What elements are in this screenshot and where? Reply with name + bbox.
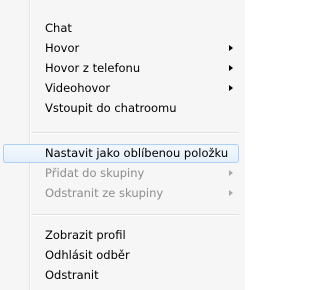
context-menu: Chat Hovor Hovor z telefonu Videohovor V… bbox=[0, 0, 245, 290]
menu-item-call[interactable]: Hovor bbox=[3, 39, 239, 58]
menu-item-label: Hovor z telefonu bbox=[45, 61, 141, 75]
menu-item-label: Nastavit jako oblíbenou položku bbox=[45, 146, 229, 160]
menu-item-label: Odhlásit odběr bbox=[45, 248, 130, 262]
submenu-arrow-icon bbox=[229, 190, 233, 196]
menu-item-unsubscribe[interactable]: Odhlásit odběr bbox=[3, 246, 239, 265]
menu-item-chat[interactable]: Chat bbox=[3, 19, 239, 38]
menu-item-video-call[interactable]: Videohovor bbox=[3, 79, 239, 98]
menu-item-view-profile[interactable]: Zobrazit profil bbox=[3, 226, 239, 245]
menu-item-label: Odstranit bbox=[45, 268, 99, 282]
menu-separator bbox=[32, 132, 239, 134]
menu-item-label: Odstranit ze skupiny bbox=[45, 186, 164, 200]
submenu-arrow-icon bbox=[229, 65, 233, 71]
menu-item-label: Hovor bbox=[45, 41, 80, 55]
menu-item-set-favorite[interactable]: Nastavit jako oblíbenou položku bbox=[3, 144, 239, 163]
menu-separator bbox=[32, 214, 239, 216]
menu-item-label: Vstoupit do chatroomu bbox=[45, 101, 177, 115]
menu-item-remove[interactable]: Odstranit bbox=[3, 266, 239, 285]
menu-item-label: Videohovor bbox=[45, 81, 111, 95]
submenu-arrow-icon bbox=[229, 45, 233, 51]
submenu-arrow-icon bbox=[229, 85, 233, 91]
menu-item-remove-from-group[interactable]: Odstranit ze skupiny bbox=[3, 184, 239, 203]
menu-item-label: Zobrazit profil bbox=[45, 228, 126, 242]
menu-item-add-to-group[interactable]: Přidat do skupiny bbox=[3, 164, 239, 183]
menu-item-label: Chat bbox=[45, 21, 72, 35]
menu-item-call-from-phone[interactable]: Hovor z telefonu bbox=[3, 59, 239, 78]
menu-item-join-chatroom[interactable]: Vstoupit do chatroomu bbox=[3, 99, 239, 118]
submenu-arrow-icon bbox=[229, 170, 233, 176]
menu-item-label: Přidat do skupiny bbox=[45, 166, 145, 180]
